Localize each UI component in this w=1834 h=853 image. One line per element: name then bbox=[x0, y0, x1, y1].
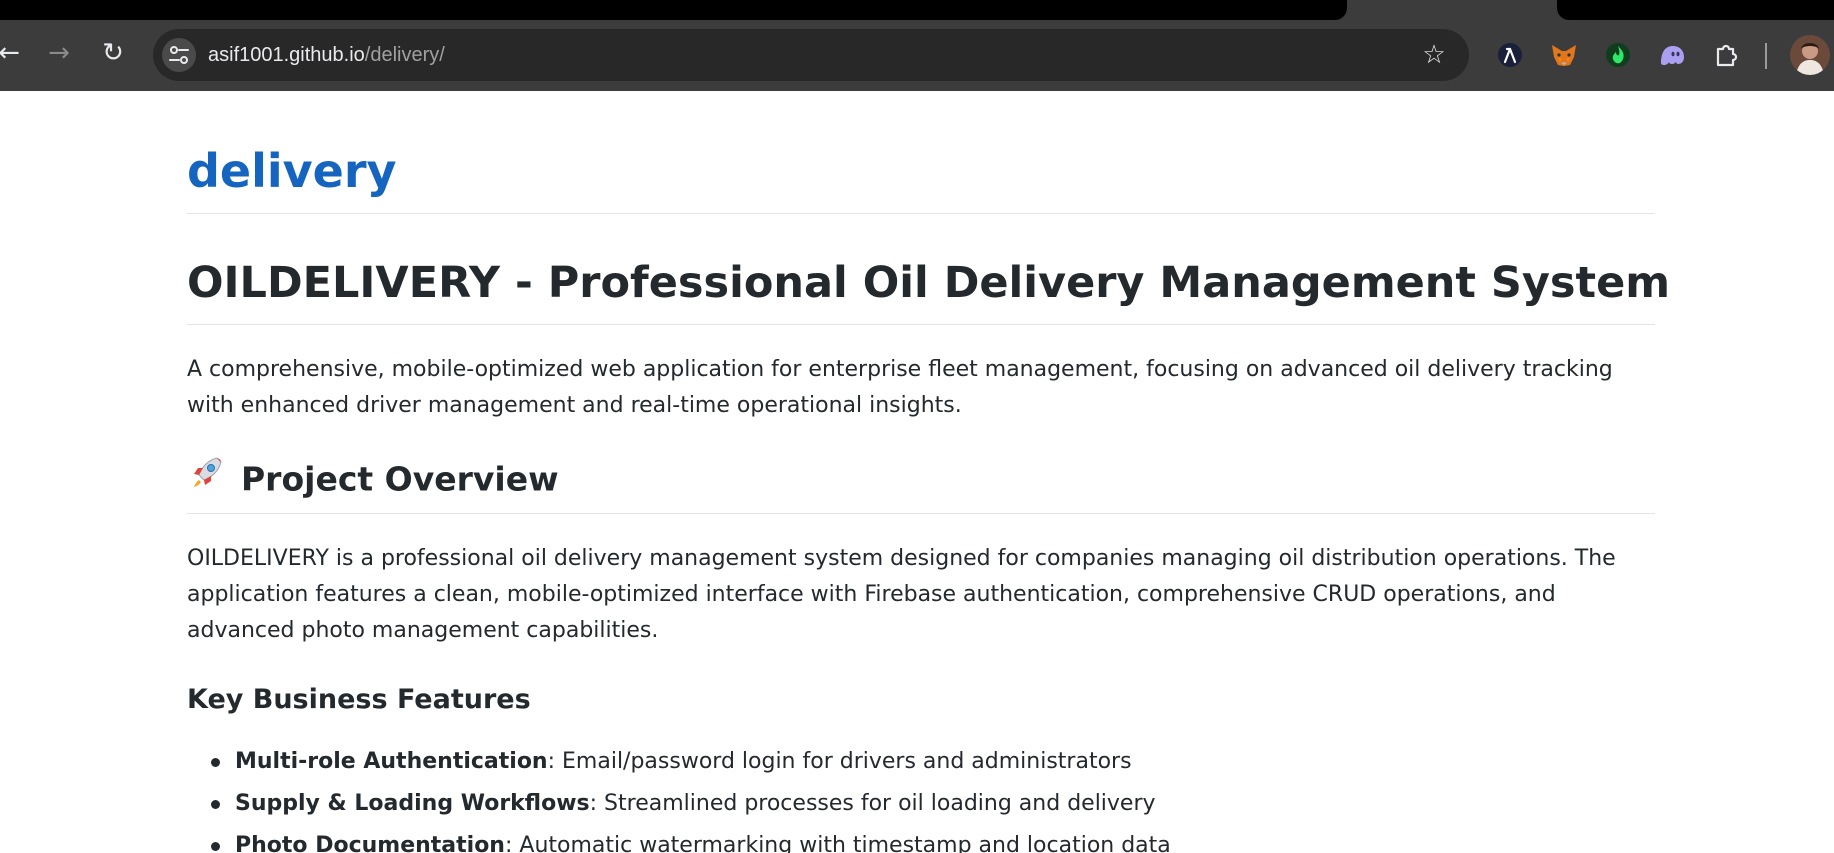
url-path: /delivery/ bbox=[364, 44, 445, 66]
list-item: Photo Documentation: Automatic watermark… bbox=[187, 825, 1171, 853]
list-item: Supply & Loading Workflows: Streamlined … bbox=[187, 783, 1171, 825]
overview-heading: Project Overview bbox=[187, 455, 559, 507]
ghost-extension-icon[interactable] bbox=[1652, 35, 1692, 75]
toolbar-separator bbox=[1765, 43, 1767, 69]
feature-term: Supply & Loading Workflows bbox=[235, 791, 590, 816]
rocket-icon bbox=[187, 452, 227, 504]
tab-strip bbox=[0, 0, 1834, 20]
divider bbox=[187, 513, 1655, 514]
address-bar[interactable]: asif1001.github.io/delivery/ ☆ bbox=[153, 29, 1469, 81]
feature-desc: : Automatic watermarking with timestamp … bbox=[504, 833, 1171, 853]
features-list: Multi-role Authentication: Email/passwor… bbox=[187, 741, 1171, 853]
url-host: asif1001.github.io bbox=[208, 44, 365, 66]
url-text[interactable]: asif1001.github.io/delivery/ bbox=[208, 42, 445, 68]
feature-desc: : Email/password login for drivers and a… bbox=[547, 749, 1132, 774]
divider bbox=[187, 213, 1655, 214]
browser-toolbar: ← → ↻ asif1001.github.io/delivery/ ☆ bbox=[0, 20, 1834, 91]
site-title-link[interactable]: delivery bbox=[187, 143, 397, 199]
feature-term: Photo Documentation bbox=[235, 833, 505, 853]
site-info-icon[interactable] bbox=[162, 38, 196, 72]
page-content: delivery OILDELIVERY - Professional Oil … bbox=[0, 91, 1834, 853]
browser-tab[interactable] bbox=[1557, 0, 1834, 20]
feature-desc: : Streamlined processes for oil loading … bbox=[589, 791, 1156, 816]
bullet-icon bbox=[211, 842, 220, 851]
intro-paragraph: A comprehensive, mobile-optimized web ap… bbox=[187, 357, 1613, 418]
puzzle-extensions-icon[interactable] bbox=[1706, 35, 1746, 75]
overview-heading-text: Project Overview bbox=[241, 459, 559, 499]
overview-paragraph: OILDELIVERY is a professional oil delive… bbox=[187, 546, 1616, 643]
list-item: Multi-role Authentication: Email/passwor… bbox=[187, 741, 1171, 783]
bookmark-star-icon[interactable]: ☆ bbox=[1419, 40, 1449, 70]
green-flame-extension-icon[interactable] bbox=[1598, 35, 1638, 75]
reload-icon[interactable]: ↻ bbox=[98, 38, 128, 68]
page-title: OILDELIVERY - Professional Oil Delivery … bbox=[187, 258, 1671, 308]
divider bbox=[187, 324, 1655, 325]
forward-icon[interactable]: → bbox=[44, 38, 74, 68]
bullet-icon bbox=[211, 758, 220, 767]
profile-avatar[interactable] bbox=[1790, 35, 1830, 75]
back-icon[interactable]: ← bbox=[0, 38, 24, 68]
browser-tab[interactable] bbox=[0, 0, 1347, 20]
bullet-icon bbox=[211, 800, 220, 809]
browser-chrome: ← → ↻ asif1001.github.io/delivery/ ☆ bbox=[0, 0, 1834, 91]
feature-term: Multi-role Authentication bbox=[235, 749, 548, 774]
features-heading: Key Business Features bbox=[187, 684, 531, 715]
metamask-fox-icon[interactable] bbox=[1544, 35, 1584, 75]
lambda-extension-icon[interactable] bbox=[1490, 35, 1530, 75]
